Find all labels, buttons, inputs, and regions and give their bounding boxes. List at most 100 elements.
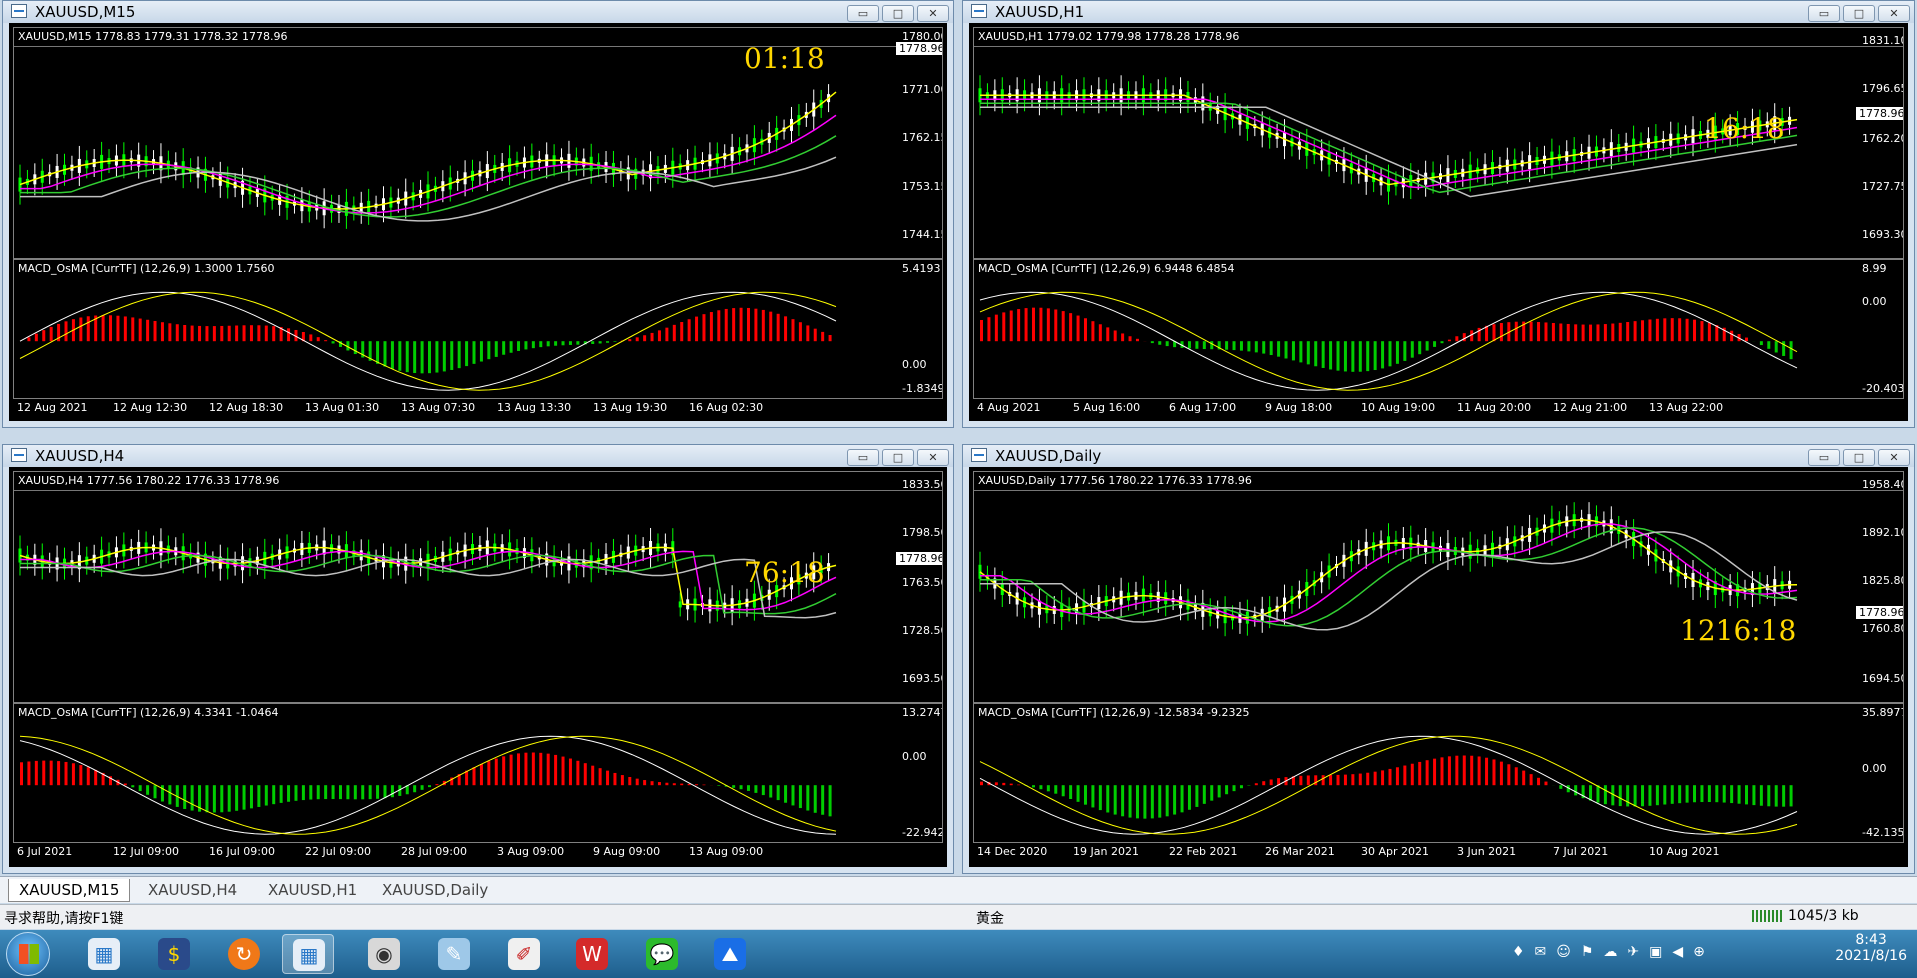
chart-window-h1[interactable]: XAUUSD,H1 ▭ □ ✕ XAUUSD,H1 1779.02 1779.98 …: [962, 0, 1915, 428]
histogram-bar: [1336, 774, 1340, 786]
histogram-bar: [1522, 770, 1526, 786]
taskbar-app-notes[interactable]: ✎: [428, 934, 480, 974]
histogram-bar: [1195, 341, 1199, 349]
taskbar-app-wps[interactable]: W: [566, 934, 618, 974]
histogram-bar: [1559, 323, 1563, 342]
chart-area[interactable]: XAUUSD,Daily 1777.56 1780.22 1776.33 177…: [969, 467, 1908, 867]
macd-plot: [979, 291, 1798, 391]
histogram-bar: [1455, 755, 1459, 786]
histogram-bar: [739, 785, 743, 790]
tab-xauusd-h1[interactable]: XAUUSD,H1: [258, 879, 367, 901]
maximize-button[interactable]: □: [882, 449, 914, 466]
histogram-bar: [1477, 756, 1481, 786]
current-price-label: 1778.96: [896, 552, 942, 565]
histogram-bar: [1774, 341, 1778, 353]
window-titlebar[interactable]: XAUUSD,H1 ▭ □ ✕: [963, 1, 1914, 23]
histogram-bar: [1514, 321, 1518, 342]
histogram-bar: [1069, 313, 1073, 342]
start-button[interactable]: [6, 932, 50, 976]
histogram-bar: [1210, 341, 1214, 350]
histogram-bar: [64, 761, 68, 786]
histogram-bar: [828, 785, 832, 817]
system-tray-icons[interactable]: ♦✉☺⚑☁✈▣◀⊕: [1512, 944, 1782, 964]
clock[interactable]: 8:43 2021/8/16: [1835, 932, 1907, 964]
window-titlebar[interactable]: XAUUSD,H4 ▭ □ ✕: [3, 445, 953, 467]
histogram-bar: [791, 785, 795, 806]
taskbar-app-orange[interactable]: ↻: [218, 934, 270, 974]
histogram-bar: [1574, 785, 1578, 796]
taskbar-app-camera[interactable]: ◉: [358, 934, 410, 974]
macd-tick: 0.00: [902, 750, 927, 763]
taskbar-app-charts[interactable]: ▦: [282, 934, 334, 974]
tab-xauusd-daily[interactable]: XAUUSD,Daily: [372, 879, 498, 901]
macd-pane[interactable]: MACD_OsMA [CurrTF] (12,26,9) 1.3000 1.75…: [13, 259, 943, 399]
minimize-button[interactable]: ▭: [1808, 5, 1840, 22]
histogram-bar: [1485, 757, 1489, 786]
histogram-bar: [1202, 341, 1206, 350]
histogram-bar: [746, 785, 750, 791]
histogram-bar: [294, 785, 298, 801]
histogram-bar: [1002, 312, 1006, 342]
histogram-bar: [479, 764, 483, 786]
close-button[interactable]: ✕: [917, 5, 949, 22]
maximize-button[interactable]: □: [1843, 449, 1875, 466]
histogram-bar: [1187, 785, 1191, 810]
status-symbol: 黄金: [976, 911, 1004, 927]
histogram-bar: [338, 785, 342, 800]
price-pane[interactable]: XAUUSD,Daily 1777.56 1780.22 1776.33 177…: [973, 471, 1904, 703]
histogram-bar: [168, 785, 172, 805]
histogram-bar: [1529, 321, 1533, 342]
histogram-bar: [1774, 785, 1778, 807]
status-traffic: 1045/3 kb: [1788, 908, 1859, 924]
price-pane[interactable]: XAUUSD,H4 1777.56 1780.22 1776.33 1778.9…: [13, 471, 943, 703]
histogram-bar: [1098, 785, 1102, 811]
close-button[interactable]: ✕: [1878, 5, 1910, 22]
taskbar-app-lark[interactable]: ⛰: [704, 934, 756, 974]
histogram-bar: [665, 327, 669, 342]
macd-pane[interactable]: MACD_OsMA [CurrTF] (12,26,9) 4.3341 -1.0…: [13, 703, 943, 843]
date-tick: 12 Aug 12:30: [113, 401, 188, 414]
price-pane[interactable]: XAUUSD,M15 1778.83 1779.31 1778.32 1778.…: [13, 27, 943, 259]
taskbar-app-finance[interactable]: $: [148, 934, 200, 974]
histogram-bar: [123, 316, 127, 342]
macd-pane[interactable]: MACD_OsMA [CurrTF] (12,26,9) -12.5834 -9…: [973, 703, 1904, 843]
minimize-button[interactable]: ▭: [847, 449, 879, 466]
close-button[interactable]: ✕: [1878, 449, 1910, 466]
close-button[interactable]: ✕: [917, 449, 949, 466]
date-tick: 13 Aug 09:00: [689, 845, 764, 858]
histogram-bar: [606, 770, 610, 786]
chart-window-h4[interactable]: XAUUSD,H4 ▭ □ ✕ XAUUSD,H4 1777.56 1780.22 …: [2, 444, 954, 874]
maximize-button[interactable]: □: [882, 5, 914, 22]
chart-area[interactable]: XAUUSD,H1 1779.02 1779.98 1778.28 1778.9…: [969, 23, 1908, 421]
date-tick: 10 Aug 19:00: [1361, 401, 1436, 414]
maximize-button[interactable]: □: [1843, 5, 1875, 22]
minimize-button[interactable]: ▭: [1808, 449, 1840, 466]
window-titlebar[interactable]: XAUUSD,Daily ▭ □ ✕: [963, 445, 1914, 467]
tab-xauusd-h4[interactable]: XAUUSD,H4: [138, 879, 247, 901]
date-tick: 6 Aug 17:00: [1169, 401, 1237, 414]
current-price-label: 1778.96: [1856, 606, 1903, 619]
taskbar-app-wechat[interactable]: 💬: [636, 934, 688, 974]
taskbar-app-paint[interactable]: ✐: [498, 934, 550, 974]
chart-area[interactable]: XAUUSD,M15 1778.83 1779.31 1778.32 1778.…: [9, 23, 947, 421]
chart-area[interactable]: XAUUSD,H4 1777.56 1780.22 1776.33 1778.9…: [9, 467, 947, 867]
histogram-bar: [813, 328, 817, 342]
chart-window-daily[interactable]: XAUUSD,Daily ▭ □ ✕ XAUUSD,Daily 1777.56 17…: [962, 444, 1915, 874]
chart-window-m15[interactable]: XAUUSD,M15 ▭ □ ✕ XAUUSD,M15 1778.83 1779.3…: [2, 0, 954, 428]
minimize-button[interactable]: ▭: [847, 5, 879, 22]
histogram-bar: [546, 753, 550, 786]
tab-xauusd-m15[interactable]: XAUUSD,M15: [8, 879, 131, 902]
price-tick: 1728.50: [902, 624, 943, 637]
histogram-bar: [420, 785, 424, 790]
histogram-bar: [1410, 763, 1414, 786]
histogram-bar: [1277, 341, 1281, 357]
window-titlebar[interactable]: XAUUSD,M15 ▭ □ ✕: [3, 1, 953, 23]
taskbar-app-metatrader[interactable]: ▦: [78, 934, 130, 974]
histogram-bar: [1544, 322, 1548, 342]
histogram-bar: [1247, 341, 1251, 352]
price-pane[interactable]: XAUUSD,H1 1779.02 1779.98 1778.28 1778.9…: [973, 27, 1904, 259]
date-tick: 12 Aug 18:30: [209, 401, 284, 414]
macd-pane[interactable]: MACD_OsMA [CurrTF] (12,26,9) 6.9448 6.48…: [973, 259, 1904, 399]
histogram-bar: [539, 752, 543, 786]
histogram-bar: [479, 341, 483, 362]
